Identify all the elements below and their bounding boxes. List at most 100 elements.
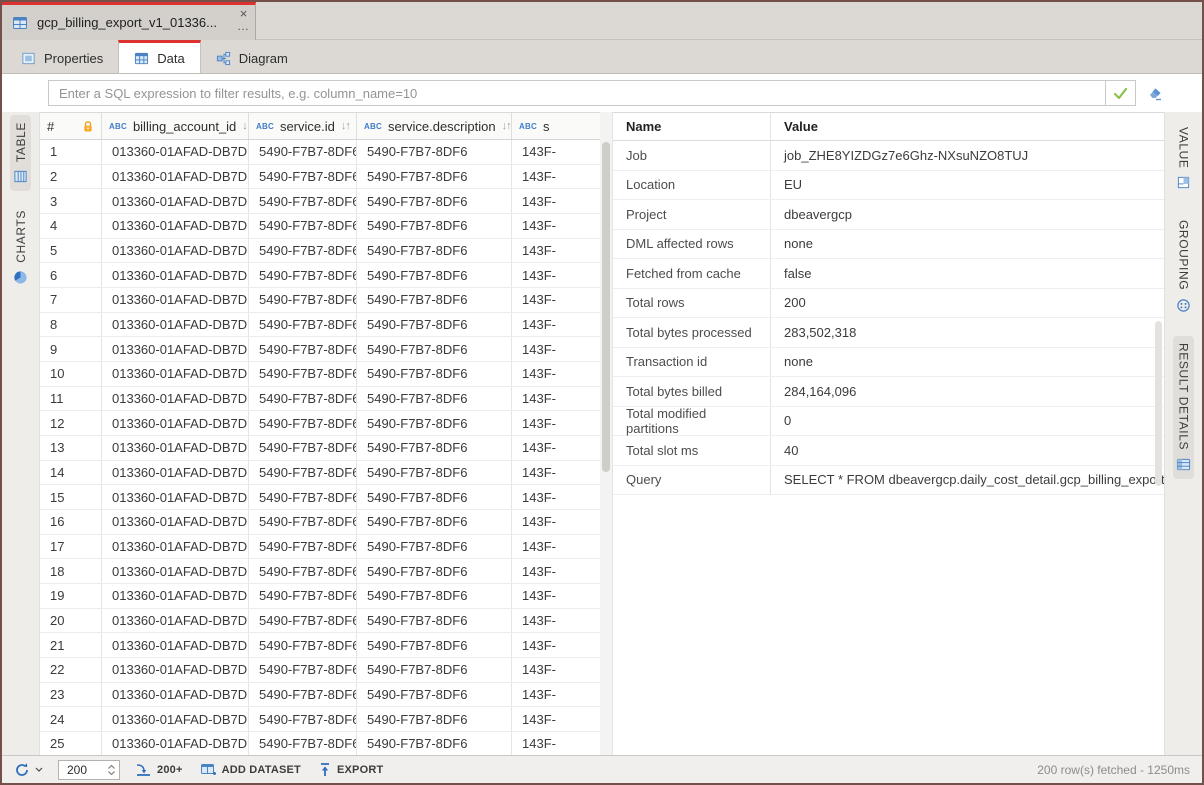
table-row[interactable]: 10013360-01AFAD-DB7DE85490-F7B7-8DF65490…: [40, 362, 600, 387]
details-row[interactable]: Total slot ms40: [613, 436, 1164, 466]
data-cell[interactable]: 5490-F7B7-8DF6: [249, 436, 357, 460]
row-number-cell[interactable]: 5: [40, 239, 102, 263]
row-number-cell[interactable]: 6: [40, 263, 102, 287]
data-cell[interactable]: 5490-F7B7-8DF6: [249, 239, 357, 263]
data-cell[interactable]: 013360-01AFAD-DB7DE8: [102, 288, 249, 312]
data-cell[interactable]: 013360-01AFAD-DB7DE8: [102, 337, 249, 361]
editor-tab[interactable]: gcp_billing_export_v1_01336... × …: [2, 2, 256, 40]
data-cell[interactable]: 143F-: [512, 189, 600, 213]
grid-vertical-scrollbar[interactable]: [600, 112, 613, 755]
column-header-truncated[interactable]: ABC s: [512, 113, 600, 139]
column-header-service-description[interactable]: ABC service.description ↓↑: [357, 113, 512, 139]
data-cell[interactable]: 5490-F7B7-8DF6: [249, 584, 357, 608]
data-cell[interactable]: 143F-: [512, 732, 600, 755]
add-dataset-button[interactable]: ADD DATASET: [200, 762, 301, 777]
data-cell[interactable]: 5490-F7B7-8DF6: [357, 584, 512, 608]
fetch-next-page-button[interactable]: 200+: [135, 763, 183, 777]
data-cell[interactable]: 5490-F7B7-8DF6: [357, 165, 512, 189]
data-cell[interactable]: 143F-: [512, 683, 600, 707]
table-row[interactable]: 16013360-01AFAD-DB7DE85490-F7B7-8DF65490…: [40, 510, 600, 535]
data-cell[interactable]: 5490-F7B7-8DF6: [357, 140, 512, 164]
data-cell[interactable]: 5490-F7B7-8DF6: [357, 683, 512, 707]
row-number-cell[interactable]: 7: [40, 288, 102, 312]
data-cell[interactable]: 143F-: [512, 584, 600, 608]
data-cell[interactable]: 143F-: [512, 313, 600, 337]
data-cell[interactable]: 013360-01AFAD-DB7DE8: [102, 707, 249, 731]
data-cell[interactable]: 5490-F7B7-8DF6: [357, 288, 512, 312]
data-cell[interactable]: 013360-01AFAD-DB7DE8: [102, 658, 249, 682]
data-cell[interactable]: 5490-F7B7-8DF6: [357, 436, 512, 460]
row-number-cell[interactable]: 16: [40, 510, 102, 534]
data-cell[interactable]: 143F-: [512, 165, 600, 189]
data-cell[interactable]: 013360-01AFAD-DB7DE8: [102, 535, 249, 559]
data-cell[interactable]: 013360-01AFAD-DB7DE8: [102, 189, 249, 213]
data-cell[interactable]: 5490-F7B7-8DF6: [249, 263, 357, 287]
column-header-billing-account-id[interactable]: ABC billing_account_id ↓↑: [102, 113, 249, 139]
data-cell[interactable]: 143F-: [512, 707, 600, 731]
data-cell[interactable]: 013360-01AFAD-DB7DE8: [102, 559, 249, 583]
details-row[interactable]: Transaction idnone: [613, 348, 1164, 378]
row-number-cell[interactable]: 10: [40, 362, 102, 386]
data-cell[interactable]: 5490-F7B7-8DF6: [249, 510, 357, 534]
row-number-cell[interactable]: 4: [40, 214, 102, 238]
data-cell[interactable]: 5490-F7B7-8DF6: [357, 732, 512, 755]
tab-diagram[interactable]: Diagram: [201, 40, 303, 73]
data-cell[interactable]: 013360-01AFAD-DB7DE8: [102, 411, 249, 435]
data-cell[interactable]: 143F-: [512, 140, 600, 164]
data-cell[interactable]: 5490-F7B7-8DF6: [249, 189, 357, 213]
data-cell[interactable]: 013360-01AFAD-DB7DE8: [102, 263, 249, 287]
row-number-cell[interactable]: 2: [40, 165, 102, 189]
table-row[interactable]: 24013360-01AFAD-DB7DE85490-F7B7-8DF65490…: [40, 707, 600, 732]
table-row[interactable]: 1013360-01AFAD-DB7DE85490-F7B7-8DF65490-…: [40, 140, 600, 165]
data-cell[interactable]: 5490-F7B7-8DF6: [249, 337, 357, 361]
row-number-cell[interactable]: 1: [40, 140, 102, 164]
data-cell[interactable]: 5490-F7B7-8DF6: [357, 337, 512, 361]
presentation-table-button[interactable]: TABLE: [10, 115, 31, 191]
data-cell[interactable]: 5490-F7B7-8DF6: [249, 707, 357, 731]
data-cell[interactable]: 5490-F7B7-8DF6: [249, 288, 357, 312]
data-cell[interactable]: 143F-: [512, 214, 600, 238]
data-cell[interactable]: 013360-01AFAD-DB7DE8: [102, 461, 249, 485]
row-number-cell[interactable]: 25: [40, 732, 102, 755]
table-row[interactable]: 9013360-01AFAD-DB7DE85490-F7B7-8DF65490-…: [40, 337, 600, 362]
data-cell[interactable]: 5490-F7B7-8DF6: [357, 658, 512, 682]
row-number-cell[interactable]: 11: [40, 387, 102, 411]
fetch-size-value[interactable]: 200: [67, 763, 108, 777]
data-cell[interactable]: 143F-: [512, 288, 600, 312]
table-row[interactable]: 19013360-01AFAD-DB7DE85490-F7B7-8DF65490…: [40, 584, 600, 609]
details-scrollbar-thumb[interactable]: [1155, 321, 1162, 486]
data-cell[interactable]: 5490-F7B7-8DF6: [249, 387, 357, 411]
data-cell[interactable]: 143F-: [512, 411, 600, 435]
data-cell[interactable]: 143F-: [512, 485, 600, 509]
table-row[interactable]: 23013360-01AFAD-DB7DE85490-F7B7-8DF65490…: [40, 683, 600, 708]
sort-icon[interactable]: ↓↑: [502, 120, 511, 132]
data-cell[interactable]: 143F-: [512, 633, 600, 657]
table-row[interactable]: 6013360-01AFAD-DB7DE85490-F7B7-8DF65490-…: [40, 263, 600, 288]
table-row[interactable]: 2013360-01AFAD-DB7DE85490-F7B7-8DF65490-…: [40, 165, 600, 190]
data-cell[interactable]: 5490-F7B7-8DF6: [357, 189, 512, 213]
overflow-icon[interactable]: …: [237, 21, 250, 31]
data-cell[interactable]: 5490-F7B7-8DF6: [357, 313, 512, 337]
data-cell[interactable]: 5490-F7B7-8DF6: [357, 707, 512, 731]
presentation-charts-button[interactable]: CHARTS: [10, 203, 31, 292]
row-number-cell[interactable]: 19: [40, 584, 102, 608]
row-number-cell[interactable]: 15: [40, 485, 102, 509]
data-cell[interactable]: 143F-: [512, 362, 600, 386]
data-cell[interactable]: 013360-01AFAD-DB7DE8: [102, 732, 249, 755]
table-row[interactable]: 11013360-01AFAD-DB7DE85490-F7B7-8DF65490…: [40, 387, 600, 412]
data-cell[interactable]: 143F-: [512, 337, 600, 361]
details-row[interactable]: Jobjob_ZHE8YIZDGz7e6Ghz-NXsuNZO8TUJ: [613, 141, 1164, 171]
row-number-cell[interactable]: 14: [40, 461, 102, 485]
filter-input[interactable]: [49, 81, 1105, 105]
table-row[interactable]: 18013360-01AFAD-DB7DE85490-F7B7-8DF65490…: [40, 559, 600, 584]
row-number-cell[interactable]: 24: [40, 707, 102, 731]
data-cell[interactable]: 5490-F7B7-8DF6: [249, 362, 357, 386]
data-cell[interactable]: 5490-F7B7-8DF6: [357, 535, 512, 559]
data-cell[interactable]: 5490-F7B7-8DF6: [357, 387, 512, 411]
table-row[interactable]: 25013360-01AFAD-DB7DE85490-F7B7-8DF65490…: [40, 732, 600, 755]
panel-value-button[interactable]: VALUE: [1173, 120, 1194, 197]
table-row[interactable]: 12013360-01AFAD-DB7DE85490-F7B7-8DF65490…: [40, 411, 600, 436]
row-number-cell[interactable]: 3: [40, 189, 102, 213]
sort-icon[interactable]: ↓↑: [242, 120, 249, 132]
scrollbar-thumb[interactable]: [602, 142, 610, 472]
